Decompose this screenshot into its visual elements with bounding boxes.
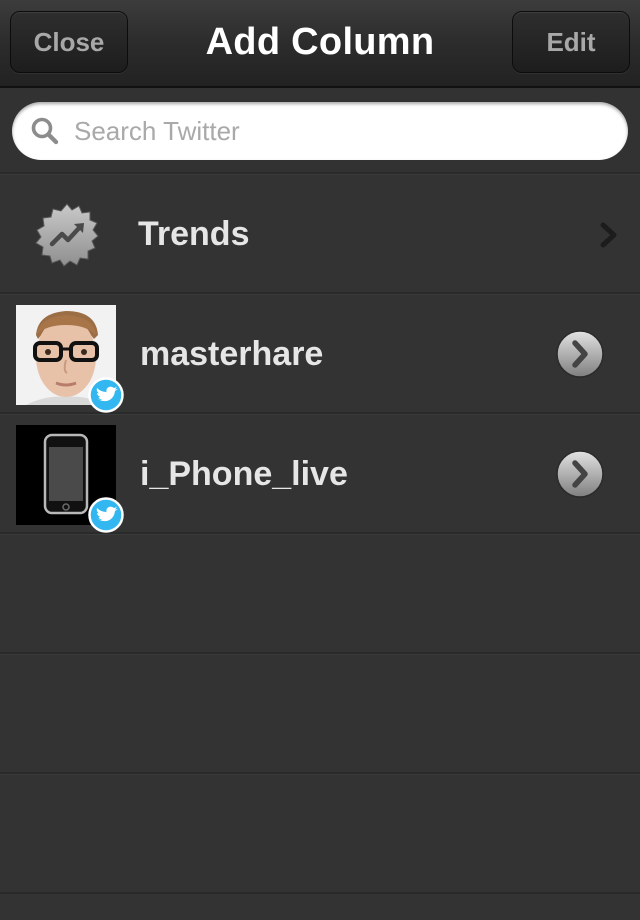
add-column-screen: Close Add Column Edit Search Twitter Tre… (0, 0, 640, 920)
list-item-label: Trends (138, 214, 250, 253)
search-field[interactable] (12, 102, 628, 160)
list-item-label: i_Phone_live (140, 454, 348, 493)
search-area (0, 88, 640, 174)
chevron-right-icon (598, 221, 620, 249)
list-item-i-phone-live[interactable]: i_Phone_live (0, 414, 640, 534)
navigation-bar: Close Add Column Edit (0, 0, 640, 88)
close-button[interactable]: Close (10, 11, 128, 73)
search-icon (30, 116, 60, 146)
edit-button[interactable]: Edit (512, 11, 630, 73)
twitter-badge-icon (88, 497, 124, 533)
disclosure-button-icon[interactable] (555, 329, 605, 379)
empty-list-row (0, 534, 640, 654)
twitter-badge-icon (88, 377, 124, 413)
empty-list-row (0, 654, 640, 774)
disclosure-button-icon[interactable] (555, 449, 605, 499)
list-item-masterhare[interactable]: masterhare (0, 294, 640, 414)
trending-badge-icon (34, 202, 100, 268)
page-title: Add Column (205, 20, 435, 63)
empty-list-row (0, 774, 640, 894)
search-input[interactable] (72, 114, 596, 148)
list-item-trends[interactable]: Trends (0, 174, 640, 294)
list-item-label: masterhare (140, 334, 324, 373)
